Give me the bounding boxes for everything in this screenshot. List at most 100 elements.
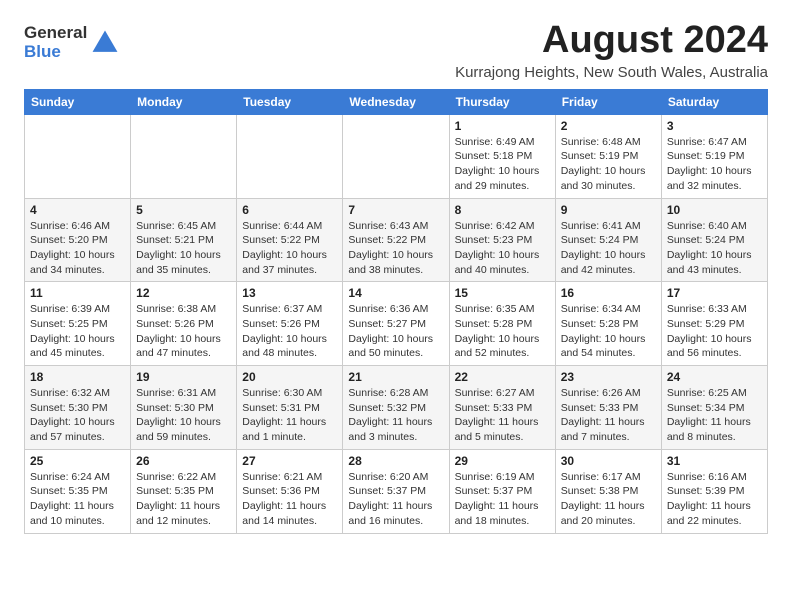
calendar-cell: 9 Sunrise: 6:41 AM Sunset: 5:24 PM Daylig… (555, 198, 661, 282)
calendar-cell: 25 Sunrise: 6:24 AM Sunset: 5:35 PM Dayli… (25, 449, 131, 533)
day-number: 29 (455, 454, 550, 468)
day-number: 6 (242, 203, 337, 217)
calendar-cell: 8 Sunrise: 6:42 AM Sunset: 5:23 PM Daylig… (449, 198, 555, 282)
day-info: Sunrise: 6:40 AM Sunset: 5:24 PM Dayligh… (667, 219, 762, 278)
week-row-5: 25 Sunrise: 6:24 AM Sunset: 5:35 PM Dayli… (25, 449, 768, 533)
day-info: Sunrise: 6:48 AM Sunset: 5:19 PM Dayligh… (561, 135, 656, 194)
day-number: 30 (561, 454, 656, 468)
day-number: 18 (30, 370, 125, 384)
day-number: 14 (348, 286, 443, 300)
day-info: Sunrise: 6:39 AM Sunset: 5:25 PM Dayligh… (30, 302, 125, 361)
day-number: 25 (30, 454, 125, 468)
day-info: Sunrise: 6:42 AM Sunset: 5:23 PM Dayligh… (455, 219, 550, 278)
day-info: Sunrise: 6:37 AM Sunset: 5:26 PM Dayligh… (242, 302, 337, 361)
weekday-header-friday: Friday (555, 89, 661, 114)
day-info: Sunrise: 6:43 AM Sunset: 5:22 PM Dayligh… (348, 219, 443, 278)
weekday-header-saturday: Saturday (661, 89, 767, 114)
calendar-cell: 6 Sunrise: 6:44 AM Sunset: 5:22 PM Daylig… (237, 198, 343, 282)
day-number: 19 (136, 370, 231, 384)
day-info: Sunrise: 6:19 AM Sunset: 5:37 PM Dayligh… (455, 470, 550, 529)
week-row-3: 11 Sunrise: 6:39 AM Sunset: 5:25 PM Dayli… (25, 282, 768, 366)
calendar-cell: 28 Sunrise: 6:20 AM Sunset: 5:37 PM Dayli… (343, 449, 449, 533)
day-info: Sunrise: 6:30 AM Sunset: 5:31 PM Dayligh… (242, 386, 337, 445)
day-info: Sunrise: 6:28 AM Sunset: 5:32 PM Dayligh… (348, 386, 443, 445)
calendar-cell (25, 114, 131, 198)
day-number: 24 (667, 370, 762, 384)
calendar-table: SundayMondayTuesdayWednesdayThursdayFrid… (24, 89, 768, 534)
day-number: 8 (455, 203, 550, 217)
calendar-cell: 22 Sunrise: 6:27 AM Sunset: 5:33 PM Dayli… (449, 366, 555, 450)
calendar-cell (343, 114, 449, 198)
day-info: Sunrise: 6:35 AM Sunset: 5:28 PM Dayligh… (455, 302, 550, 361)
day-info: Sunrise: 6:41 AM Sunset: 5:24 PM Dayligh… (561, 219, 656, 278)
day-number: 1 (455, 119, 550, 133)
day-info: Sunrise: 6:36 AM Sunset: 5:27 PM Dayligh… (348, 302, 443, 361)
day-number: 2 (561, 119, 656, 133)
calendar-cell: 18 Sunrise: 6:32 AM Sunset: 5:30 PM Dayli… (25, 366, 131, 450)
week-row-2: 4Sunrise: 6:46 AM Sunset: 5:20 PM Daylig… (25, 198, 768, 282)
day-number: 23 (561, 370, 656, 384)
calendar-cell (237, 114, 343, 198)
day-number: 16 (561, 286, 656, 300)
day-number: 9 (561, 203, 656, 217)
day-number: 12 (136, 286, 231, 300)
calendar-cell: 23Sunrise: 6:26 AM Sunset: 5:33 PM Dayli… (555, 366, 661, 450)
day-info: Sunrise: 6:44 AM Sunset: 5:22 PM Dayligh… (242, 219, 337, 278)
weekday-header-thursday: Thursday (449, 89, 555, 114)
week-row-4: 18 Sunrise: 6:32 AM Sunset: 5:30 PM Dayli… (25, 366, 768, 450)
day-number: 13 (242, 286, 337, 300)
calendar-cell: 19 Sunrise: 6:31 AM Sunset: 5:30 PM Dayli… (131, 366, 237, 450)
calendar-cell: 26 Sunrise: 6:22 AM Sunset: 5:35 PM Dayli… (131, 449, 237, 533)
day-info: Sunrise: 6:27 AM Sunset: 5:33 PM Dayligh… (455, 386, 550, 445)
calendar-cell: 2 Sunrise: 6:48 AM Sunset: 5:19 PM Daylig… (555, 114, 661, 198)
calendar-cell: 16Sunrise: 6:34 AM Sunset: 5:28 PM Dayli… (555, 282, 661, 366)
weekday-header-sunday: Sunday (25, 89, 131, 114)
page-header: General Blue August 2024 Kurrajong Heigh… (24, 20, 768, 81)
calendar-cell (131, 114, 237, 198)
day-number: 7 (348, 203, 443, 217)
day-number: 27 (242, 454, 337, 468)
week-row-1: 1 Sunrise: 6:49 AM Sunset: 5:18 PM Daylig… (25, 114, 768, 198)
day-info: Sunrise: 6:16 AM Sunset: 5:39 PM Dayligh… (667, 470, 762, 529)
day-info: Sunrise: 6:21 AM Sunset: 5:36 PM Dayligh… (242, 470, 337, 529)
logo: General Blue (24, 24, 121, 61)
day-number: 3 (667, 119, 762, 133)
day-info: Sunrise: 6:17 AM Sunset: 5:38 PM Dayligh… (561, 470, 656, 529)
weekday-header-monday: Monday (131, 89, 237, 114)
day-info: Sunrise: 6:25 AM Sunset: 5:34 PM Dayligh… (667, 386, 762, 445)
day-info: Sunrise: 6:32 AM Sunset: 5:30 PM Dayligh… (30, 386, 125, 445)
day-info: Sunrise: 6:49 AM Sunset: 5:18 PM Dayligh… (455, 135, 550, 194)
day-number: 26 (136, 454, 231, 468)
day-number: 15 (455, 286, 550, 300)
day-info: Sunrise: 6:24 AM Sunset: 5:35 PM Dayligh… (30, 470, 125, 529)
logo-text: General Blue (24, 24, 87, 61)
calendar-cell: 7 Sunrise: 6:43 AM Sunset: 5:22 PM Daylig… (343, 198, 449, 282)
logo-general: General (24, 24, 87, 43)
calendar-cell: 15 Sunrise: 6:35 AM Sunset: 5:28 PM Dayli… (449, 282, 555, 366)
calendar-cell: 1 Sunrise: 6:49 AM Sunset: 5:18 PM Daylig… (449, 114, 555, 198)
calendar-cell: 12Sunrise: 6:38 AM Sunset: 5:26 PM Dayli… (131, 282, 237, 366)
day-number: 11 (30, 286, 125, 300)
logo-icon (89, 27, 121, 59)
day-number: 21 (348, 370, 443, 384)
logo-blue: Blue (24, 43, 87, 62)
day-number: 28 (348, 454, 443, 468)
calendar-cell: 14 Sunrise: 6:36 AM Sunset: 5:27 PM Dayli… (343, 282, 449, 366)
location-title: Kurrajong Heights, New South Wales, Aust… (455, 64, 768, 81)
day-info: Sunrise: 6:31 AM Sunset: 5:30 PM Dayligh… (136, 386, 231, 445)
calendar-cell: 10Sunrise: 6:40 AM Sunset: 5:24 PM Dayli… (661, 198, 767, 282)
day-info: Sunrise: 6:22 AM Sunset: 5:35 PM Dayligh… (136, 470, 231, 529)
day-number: 22 (455, 370, 550, 384)
calendar-cell: 29 Sunrise: 6:19 AM Sunset: 5:37 PM Dayli… (449, 449, 555, 533)
day-info: Sunrise: 6:20 AM Sunset: 5:37 PM Dayligh… (348, 470, 443, 529)
title-block: August 2024 Kurrajong Heights, New South… (455, 20, 768, 81)
calendar-cell: 21 Sunrise: 6:28 AM Sunset: 5:32 PM Dayli… (343, 366, 449, 450)
weekday-header-wednesday: Wednesday (343, 89, 449, 114)
calendar-cell: 11 Sunrise: 6:39 AM Sunset: 5:25 PM Dayli… (25, 282, 131, 366)
calendar-cell: 27 Sunrise: 6:21 AM Sunset: 5:36 PM Dayli… (237, 449, 343, 533)
calendar-cell: 17Sunrise: 6:33 AM Sunset: 5:29 PM Dayli… (661, 282, 767, 366)
day-number: 20 (242, 370, 337, 384)
day-info: Sunrise: 6:33 AM Sunset: 5:29 PM Dayligh… (667, 302, 762, 361)
calendar-cell: 5Sunrise: 6:45 AM Sunset: 5:21 PM Daylig… (131, 198, 237, 282)
weekday-header-row: SundayMondayTuesdayWednesdayThursdayFrid… (25, 89, 768, 114)
